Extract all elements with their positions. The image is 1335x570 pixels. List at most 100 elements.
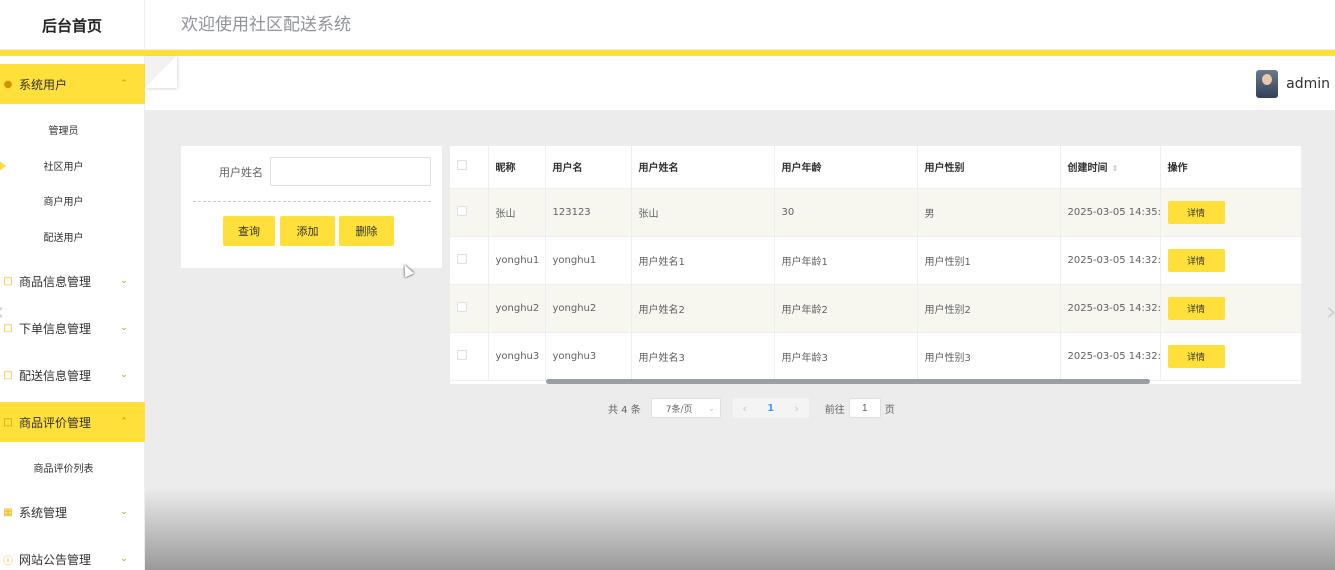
menu-delivery-info[interactable]: □ 配送信息管理 ⌄ bbox=[0, 355, 145, 395]
cell-realname: 用户姓名3 bbox=[631, 332, 775, 381]
cell-created: 2025-03-05 14:32:46 bbox=[1060, 284, 1161, 333]
select-all-checkbox[interactable] bbox=[457, 160, 467, 171]
column-header: 用户名 bbox=[545, 146, 632, 189]
submenu-delivery-users[interactable]: 配送用户 bbox=[0, 221, 145, 251]
divider bbox=[193, 201, 431, 202]
menu-label: 下单信息管理 bbox=[19, 321, 92, 336]
page-title: 欢迎使用社区配送系统 bbox=[181, 15, 351, 35]
chevron-up-icon: ⌃ bbox=[120, 417, 128, 427]
column-header: 用户姓名 bbox=[631, 146, 775, 189]
table-row: yonghu3 yonghu3 用户姓名3 用户年龄3 用户性别3 2025-0… bbox=[450, 332, 1302, 381]
chevron-down-icon: ⌄ bbox=[120, 276, 128, 286]
folder-icon: □ bbox=[3, 275, 13, 287]
cell-username: 123123 bbox=[545, 188, 632, 237]
cell-realname: 用户姓名2 bbox=[631, 284, 775, 333]
submenu-review-list[interactable]: 商品评价列表 bbox=[0, 452, 145, 482]
data-table: 昵称 用户名 用户姓名 用户年龄 用户性别 创建时间 ⇕ 操作 张山 123123… bbox=[450, 146, 1302, 384]
table-row: yonghu1 yonghu1 用户姓名1 用户年龄1 用户性别1 2025-0… bbox=[450, 236, 1302, 285]
info-icon: ⓘ bbox=[3, 555, 13, 567]
menu-label: 商品信息管理 bbox=[19, 274, 92, 289]
menu-label: 商品评价管理 bbox=[19, 415, 92, 430]
row-checkbox[interactable] bbox=[457, 301, 467, 312]
cell-age: 用户年龄1 bbox=[774, 236, 918, 285]
table-header-row: 昵称 用户名 用户姓名 用户年龄 用户性别 创建时间 ⇕ 操作 bbox=[450, 146, 1302, 189]
folder-icon: □ bbox=[3, 369, 13, 381]
row-checkbox[interactable] bbox=[457, 205, 467, 216]
horizontal-scrollbar[interactable] bbox=[546, 379, 1150, 384]
submenu-community-users[interactable]: 社区用户 bbox=[0, 150, 145, 180]
total-count: 共 4 条 bbox=[608, 404, 641, 416]
detail-button[interactable]: 详情 bbox=[1167, 200, 1225, 224]
submenu-admin[interactable]: 管理员 bbox=[0, 114, 145, 144]
top-header: 后台首页 欢迎使用社区配送系统 bbox=[0, 0, 1335, 50]
collapse-toggle[interactable] bbox=[145, 56, 177, 88]
menu-announcements[interactable]: ⓘ 网站公告管理 ⌄ bbox=[0, 539, 145, 570]
page-size-select[interactable]: 7条/页 ⌄ bbox=[650, 398, 721, 418]
user-icon: ● bbox=[3, 78, 13, 90]
select-all-cell bbox=[450, 146, 489, 189]
cell-nickname: yonghu3 bbox=[488, 332, 546, 381]
next-page-button[interactable]: › bbox=[784, 398, 809, 418]
search-input[interactable] bbox=[270, 157, 431, 186]
column-header: 用户性别 bbox=[917, 146, 1061, 189]
cell-gender: 用户性别1 bbox=[917, 236, 1061, 285]
cell-realname: 张山 bbox=[631, 188, 775, 237]
menu-system-users[interactable]: ● 系统用户 ⌃ bbox=[0, 64, 145, 104]
cell-gender: 用户性别2 bbox=[917, 284, 1061, 333]
detail-button[interactable]: 详情 bbox=[1167, 344, 1225, 368]
cell-gender: 男 bbox=[917, 188, 1061, 237]
chevron-left-icon[interactable]: ‹ bbox=[0, 297, 4, 327]
cell-username: yonghu2 bbox=[545, 284, 632, 333]
cell-nickname: yonghu2 bbox=[488, 284, 546, 333]
menu-label: 配送信息管理 bbox=[19, 368, 92, 383]
active-submenu-marker bbox=[0, 160, 6, 172]
page-size-value: 7条/页 bbox=[665, 404, 693, 415]
image-icon: ▦ bbox=[3, 506, 13, 518]
chevron-down-icon: ⌄ bbox=[120, 554, 128, 564]
cell-nickname: yonghu1 bbox=[488, 236, 546, 285]
query-button[interactable]: 查询 bbox=[223, 216, 275, 246]
chevron-right-icon[interactable]: › bbox=[1326, 297, 1335, 327]
search-label: 用户姓名 bbox=[219, 166, 263, 179]
menu-label: 系统管理 bbox=[19, 505, 68, 520]
column-header-created[interactable]: 创建时间 ⇕ bbox=[1060, 146, 1161, 189]
detail-button[interactable]: 详情 bbox=[1167, 296, 1225, 320]
menu-order-info[interactable]: □ 下单信息管理 ⌄ bbox=[0, 308, 145, 348]
cell-created: 2025-03-05 14:32:46 bbox=[1060, 332, 1161, 381]
column-header: 操作 bbox=[1160, 146, 1302, 189]
sort-icon[interactable]: ⇕ bbox=[1112, 164, 1119, 173]
row-checkbox[interactable] bbox=[457, 349, 467, 360]
menu-system-management[interactable]: ▦ 系统管理 ⌄ bbox=[0, 492, 145, 532]
chevron-down-icon: ⌄ bbox=[120, 370, 128, 380]
add-button[interactable]: 添加 bbox=[280, 216, 335, 246]
prev-page-button[interactable]: ‹ bbox=[732, 398, 757, 418]
cell-age: 用户年龄3 bbox=[774, 332, 918, 381]
detail-button[interactable]: 详情 bbox=[1167, 248, 1225, 272]
cell-username: yonghu1 bbox=[545, 236, 632, 285]
cell-age: 用户年龄2 bbox=[774, 284, 918, 333]
brand-title[interactable]: 后台首页 bbox=[0, 0, 145, 50]
sidebar: ● 系统用户 ⌃ 管理员 社区用户 商户用户 配送用户 □ 商品信息管理 ⌄ □… bbox=[0, 56, 145, 570]
delete-button[interactable]: 删除 bbox=[339, 216, 394, 246]
submenu-merchant-users[interactable]: 商户用户 bbox=[0, 185, 145, 215]
chevron-down-icon: ⌄ bbox=[708, 403, 715, 413]
cell-created: 2025-03-05 14:35:05 bbox=[1060, 188, 1161, 237]
avatar bbox=[1256, 70, 1279, 98]
user-menu[interactable]: admin bbox=[1256, 70, 1330, 98]
goto-suffix: 页 bbox=[884, 404, 895, 416]
menu-product-info[interactable]: □ 商品信息管理 ⌄ bbox=[0, 261, 145, 301]
page-number[interactable]: 1 bbox=[756, 398, 785, 418]
menu-product-reviews[interactable]: □ 商品评价管理 ⌃ bbox=[0, 402, 145, 442]
cell-nickname: 张山 bbox=[488, 188, 546, 237]
column-header: 昵称 bbox=[488, 146, 546, 189]
cell-username: yonghu3 bbox=[545, 332, 632, 381]
chevron-down-icon: ⌄ bbox=[120, 323, 128, 333]
menu-label: 网站公告管理 bbox=[19, 552, 92, 567]
main-toolbar bbox=[145, 56, 1335, 110]
cell-realname: 用户姓名1 bbox=[631, 236, 775, 285]
menu-label: 系统用户 bbox=[19, 77, 68, 92]
chevron-up-icon: ⌃ bbox=[120, 79, 128, 89]
row-checkbox[interactable] bbox=[457, 253, 467, 264]
pagination: 共 4 条 7条/页 ⌄ ‹ 1 › 前往 页 bbox=[608, 398, 895, 418]
goto-page-input[interactable] bbox=[848, 398, 881, 418]
